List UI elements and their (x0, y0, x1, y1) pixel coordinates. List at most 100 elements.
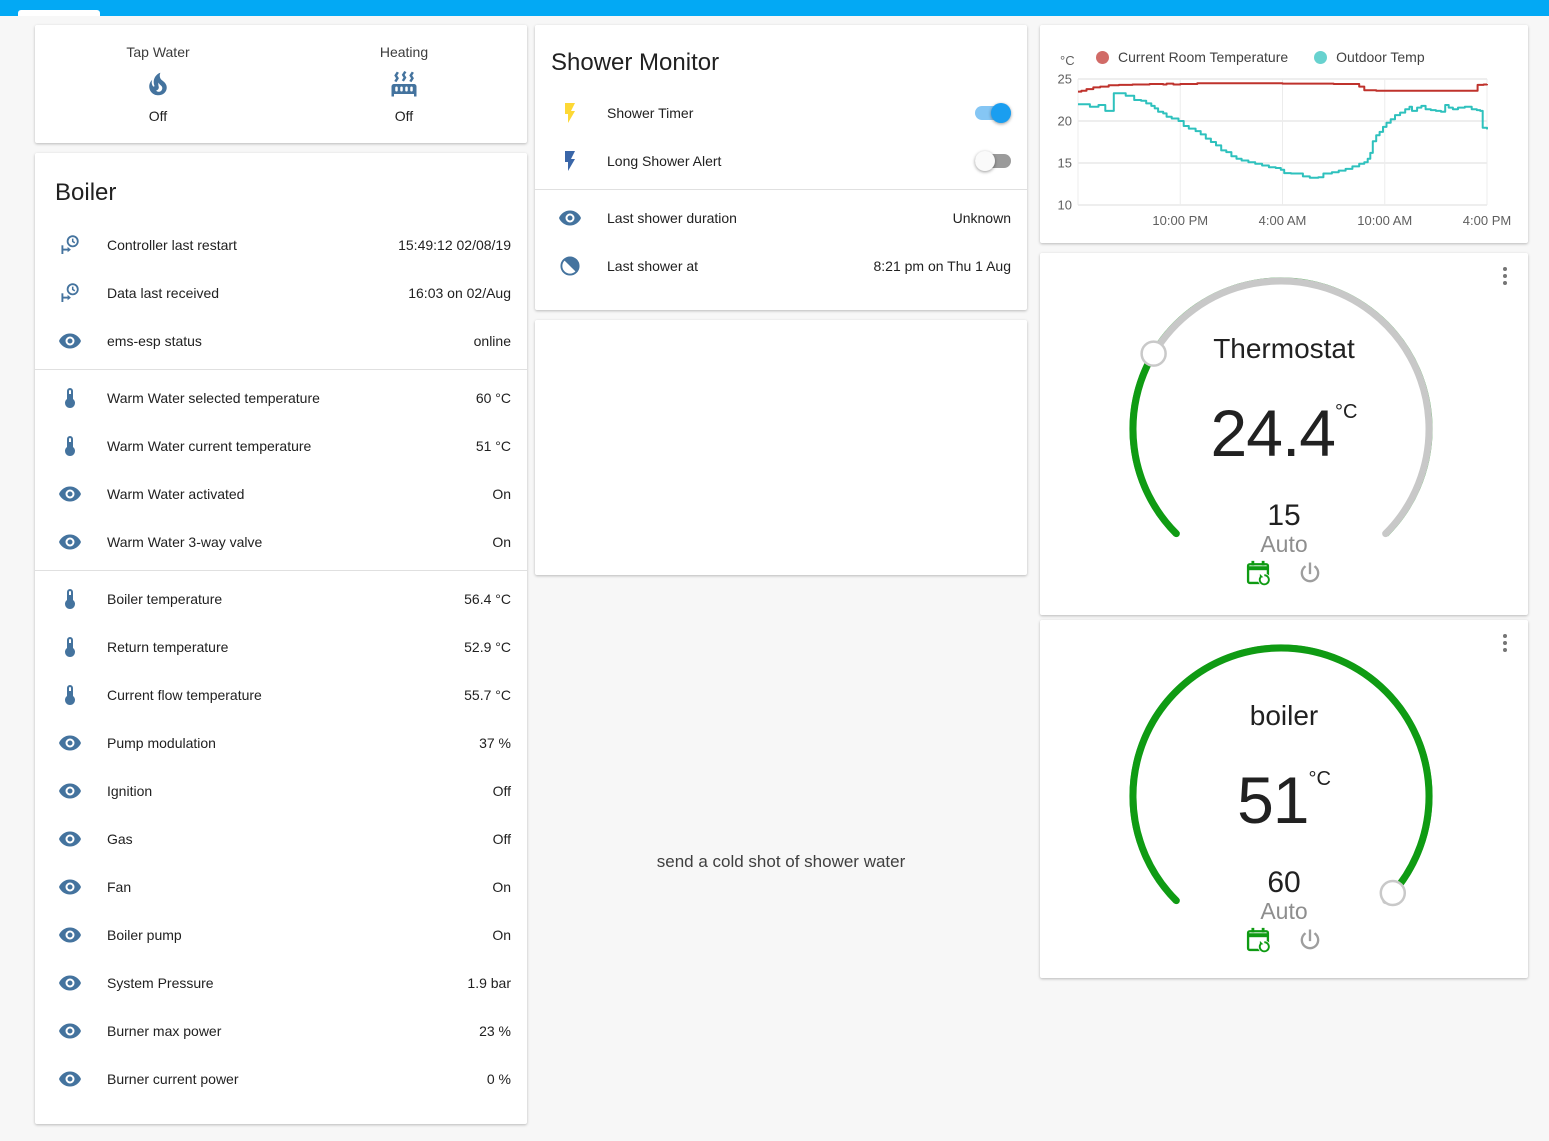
entity-row[interactable]: Last shower at8:21 pm on Thu 1 Aug (535, 242, 1027, 290)
heating-state[interactable]: Heating Off (281, 25, 527, 143)
entity-label: Warm Water current temperature (107, 438, 476, 454)
thermometer-icon (58, 683, 82, 707)
tap-water-state[interactable]: Tap Water Off (35, 25, 281, 143)
entity-row[interactable]: Data last received16:03 on 02/Aug (35, 269, 527, 317)
entity-value: 16:03 on 02/Aug (408, 285, 511, 301)
entity-value: 60 °C (476, 390, 511, 406)
power-icon[interactable] (1296, 559, 1324, 587)
svg-text:10:00 AM: 10:00 AM (1357, 213, 1412, 228)
svg-text:4:00 PM: 4:00 PM (1463, 213, 1511, 228)
entity-label: Data last received (107, 285, 408, 301)
chart-legend: Current Room Temperature Outdoor Temp (1096, 49, 1425, 65)
svg-text:15: 15 (1058, 156, 1072, 171)
calendar-sync-icon[interactable] (1244, 926, 1272, 954)
entity-label: Fan (107, 879, 492, 895)
entity-row[interactable]: Last shower durationUnknown (535, 194, 1027, 242)
entity-label: Gas (107, 831, 493, 847)
legend-label: Current Room Temperature (1118, 49, 1288, 65)
legend-item[interactable]: Current Room Temperature (1096, 49, 1288, 65)
entity-row[interactable]: FanOn (35, 863, 527, 911)
entity-row[interactable]: Burner current power0 % (35, 1055, 527, 1103)
legend-dot-icon (1096, 51, 1109, 64)
boiler-current-temp: 51°C (1040, 762, 1528, 838)
boiler-mode: Auto (1040, 898, 1528, 925)
entity-row[interactable]: Warm Water 3-way valveOn (35, 518, 527, 566)
entity-label: Last shower at (607, 258, 873, 274)
thermostat-current-temp: 24.4°C (1040, 395, 1528, 471)
entity-row[interactable]: Current flow temperature55.7 °C (35, 671, 527, 719)
entity-value: online (474, 333, 511, 349)
entity-row[interactable]: Burner max power23 % (35, 1007, 527, 1055)
entity-row[interactable]: Boiler pumpOn (35, 911, 527, 959)
entity-label: Controller last restart (107, 237, 398, 253)
svg-text:10: 10 (1058, 198, 1072, 213)
svg-text:10:00 PM: 10:00 PM (1152, 213, 1208, 228)
eye-icon (58, 923, 82, 947)
divider (35, 369, 527, 370)
eye-icon (58, 875, 82, 899)
shower-monitor-card: Shower Monitor Shower Timer Long Shower A… (535, 25, 1027, 310)
entity-row[interactable]: Pump modulation37 % (35, 719, 527, 767)
entity-value: On (492, 879, 511, 895)
toggle-switch[interactable] (975, 103, 1011, 123)
entity-row[interactable]: Controller last restart15:49:12 02/08/19 (35, 221, 527, 269)
flash-icon (558, 149, 582, 173)
entity-value: Off (493, 783, 511, 799)
shower-monitor-title: Shower Monitor (551, 49, 1027, 77)
power-icon[interactable] (1296, 926, 1324, 954)
entity-label: Warm Water activated (107, 486, 492, 502)
thermostat-card: Thermostat 24.4°C 15 Auto (1040, 253, 1528, 615)
entity-row[interactable]: Long Shower Alert (535, 137, 1027, 185)
entity-value: Unknown (953, 210, 1011, 226)
active-tab-indicator[interactable] (18, 10, 100, 16)
entity-label: Warm Water selected temperature (107, 390, 476, 406)
entity-label: Burner current power (107, 1071, 487, 1087)
boiler-card: Boiler Controller last restart15:49:12 0… (35, 153, 527, 1124)
clock-restart-icon (58, 281, 82, 305)
entity-label: ems-esp status (107, 333, 474, 349)
boiler-card-title: Boiler (55, 179, 527, 207)
entity-label: Boiler temperature (107, 591, 464, 607)
entity-row[interactable]: Boiler temperature56.4 °C (35, 575, 527, 623)
calendar-sync-icon[interactable] (1244, 559, 1272, 587)
entity-label: Boiler pump (107, 927, 492, 943)
thermostat-mode: Auto (1040, 531, 1528, 558)
boiler-setpoint: 60 (1040, 866, 1528, 900)
entity-value: 23 % (479, 1023, 511, 1039)
eye-icon (58, 530, 82, 554)
eye-icon (58, 329, 82, 353)
shower-action-card[interactable]: send a cold shot of shower water (535, 320, 1027, 575)
entity-row[interactable]: ems-esp statusonline (35, 317, 527, 365)
svg-text:20: 20 (1058, 114, 1072, 129)
entity-row[interactable]: System Pressure1.9 bar (35, 959, 527, 1007)
entity-value: On (492, 534, 511, 550)
fire-icon (143, 69, 173, 99)
eye-icon (58, 482, 82, 506)
heating-label: Heating (380, 44, 428, 60)
entity-label: Burner max power (107, 1023, 479, 1039)
thermometer-icon (58, 587, 82, 611)
entity-row[interactable]: Warm Water activatedOn (35, 470, 527, 518)
temperature-chart-card: °C Current Room TemperatureOutdoor Temp … (1040, 25, 1528, 243)
entity-row[interactable]: IgnitionOff (35, 767, 527, 815)
entity-label: Return temperature (107, 639, 464, 655)
eye-icon (58, 1067, 82, 1091)
tap-water-value: Off (149, 108, 167, 124)
legend-item[interactable]: Outdoor Temp (1314, 49, 1424, 65)
divider (35, 570, 527, 571)
entity-label: Long Shower Alert (607, 153, 975, 169)
entity-row[interactable]: Warm Water selected temperature60 °C (35, 374, 527, 422)
entity-label: Ignition (107, 783, 493, 799)
entity-row[interactable]: Return temperature52.9 °C (35, 623, 527, 671)
entity-value: 55.7 °C (464, 687, 511, 703)
eye-icon (58, 827, 82, 851)
entity-row[interactable]: Shower Timer (535, 89, 1027, 137)
entity-row[interactable]: Warm Water current temperature51 °C (35, 422, 527, 470)
entity-value: On (492, 927, 511, 943)
entity-value: 37 % (479, 735, 511, 751)
entity-label: Current flow temperature (107, 687, 464, 703)
divider (535, 189, 1027, 190)
legend-dot-icon (1314, 51, 1327, 64)
toggle-switch[interactable] (975, 151, 1011, 171)
entity-row[interactable]: GasOff (35, 815, 527, 863)
